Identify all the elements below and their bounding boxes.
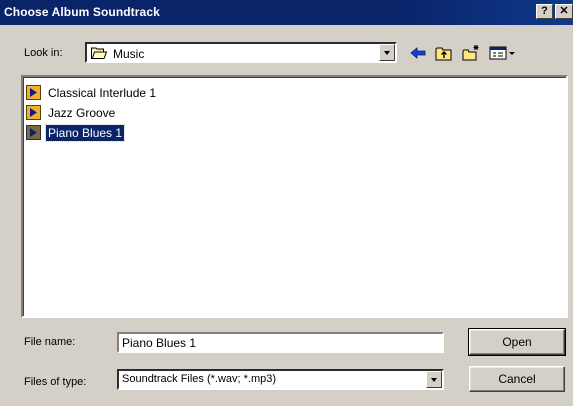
cancel-button[interactable]: Cancel (469, 366, 565, 392)
file-list[interactable]: Classical Interlude 1 Jazz Groove Piano … (21, 75, 568, 318)
open-folder-icon (91, 47, 107, 59)
file-name-field[interactable] (119, 334, 442, 351)
files-of-type-label: Files of type: (24, 376, 87, 388)
audio-file-icon (26, 105, 41, 120)
look-in-value: Music (113, 47, 145, 61)
file-name: Piano Blues 1 (44, 124, 126, 142)
choose-album-soundtrack-dialog: Choose Album Soundtrack ? ✕ Look in: Mus… (0, 0, 573, 406)
close-button[interactable]: ✕ (555, 4, 573, 19)
open-button[interactable]: Open (468, 328, 566, 356)
file-name-field-box (117, 332, 444, 353)
new-folder-icon[interactable] (461, 44, 481, 62)
look-in-dropdown[interactable]: Music (85, 42, 397, 63)
audio-file-icon (26, 85, 41, 100)
back-arrow-icon[interactable] (408, 44, 428, 62)
file-name: Classical Interlude 1 (48, 86, 157, 100)
view-menu-icon[interactable] (488, 44, 518, 62)
files-of-type-dropdown-arrow[interactable] (426, 371, 442, 388)
files-of-type-dropdown[interactable]: Soundtrack Files (*.wav; *.mp3) (117, 369, 444, 390)
files-of-type-value: Soundtrack Files (*.wav; *.mp3) (122, 373, 277, 385)
look-in-dropdown-arrow[interactable] (379, 44, 395, 61)
look-in-label: Look in: (24, 47, 63, 59)
title-bar[interactable]: Choose Album Soundtrack ? ✕ (0, 0, 573, 25)
up-folder-icon[interactable] (434, 44, 454, 62)
help-button[interactable]: ? (536, 4, 553, 19)
file-name-label: File name: (24, 336, 76, 348)
audio-file-icon (26, 125, 41, 140)
window-title: Choose Album Soundtrack (4, 5, 160, 19)
file-name: Jazz Groove (48, 106, 116, 120)
